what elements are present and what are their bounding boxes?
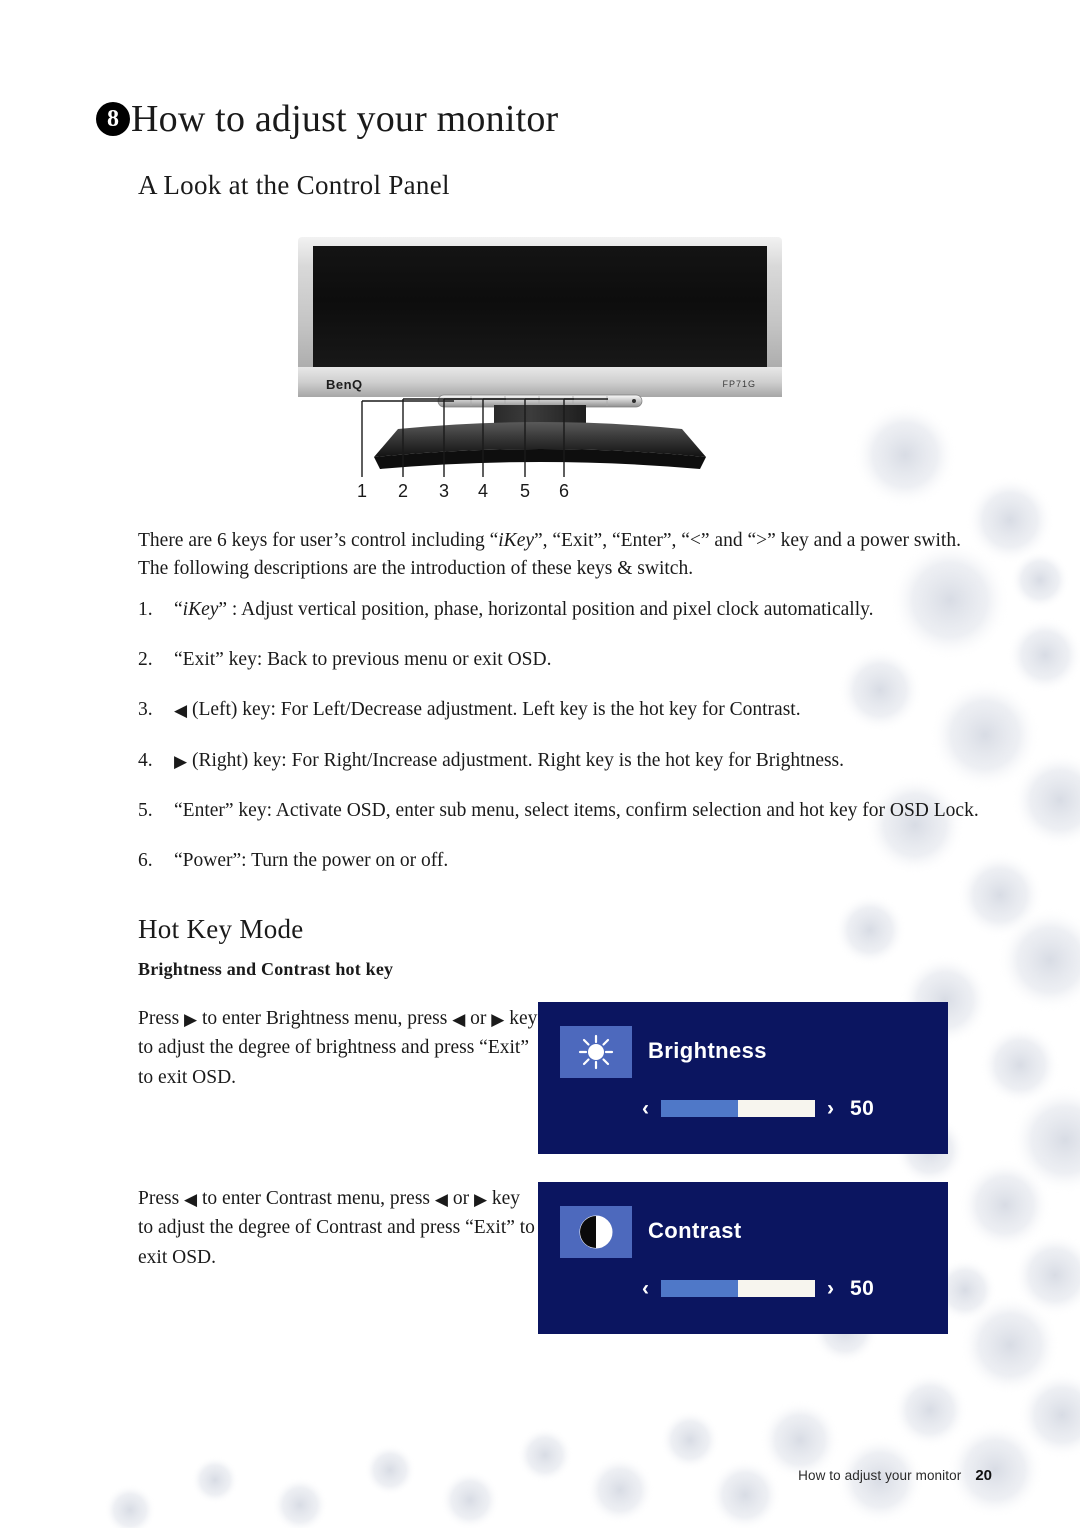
chapter-number-badge: 8	[96, 102, 130, 136]
text-mid: to enter Contrast menu, press	[202, 1187, 430, 1209]
chevron-right-icon[interactable]: ›	[827, 1278, 834, 1299]
list-item: “Enter” key: Activate OSD, enter sub men…	[138, 797, 996, 826]
hot-key-rows: Press ▶ to enter Brightness menu, press …	[0, 980, 1080, 1334]
slider-track[interactable]	[661, 1280, 815, 1298]
hot-key-row-brightness: Press ▶ to enter Brightness menu, press …	[0, 1001, 1080, 1154]
osd-panel-brightness: Brightness ‹ › 50	[538, 1001, 948, 1154]
right-arrow-icon-2: ▶	[491, 1009, 505, 1029]
slider-fill	[661, 1280, 738, 1298]
left-arrow-icon-2: ◀	[434, 1189, 448, 1209]
chevron-left-icon[interactable]: ‹	[642, 1098, 649, 1119]
list-item-text: “Exit” key: Back to previous menu or exi…	[174, 649, 552, 671]
sun-icon	[560, 1025, 632, 1078]
list-item: “Power”: Turn the power on or off.	[138, 847, 996, 876]
list-item: “iKey” : Adjust vertical position, phase…	[138, 596, 996, 625]
page-title: How to adjust your monitor	[131, 98, 559, 140]
callout-number-row: 1 2 3 4 5 6	[286, 481, 794, 509]
osd-value-contrast: 50	[850, 1276, 875, 1300]
right-arrow-icon: ▶	[174, 751, 188, 771]
contrast-half-circle-icon	[560, 1205, 632, 1258]
list-item: “Exit” key: Back to previous menu or exi…	[138, 646, 996, 675]
callout-number-2: 2	[397, 481, 409, 501]
hot-key-mode-section: Hot Key Mode Brightness and Contrast hot…	[0, 898, 1080, 1334]
brightness-instructions: Press ▶ to enter Brightness menu, press …	[138, 1002, 538, 1093]
monitor-brand-logo: BenQ	[326, 377, 363, 392]
chevron-right-icon[interactable]: ›	[827, 1098, 834, 1119]
callout-number-1: 1	[356, 481, 368, 501]
footer-chapter-label: How to adjust your monitor	[798, 1468, 962, 1483]
section-heading-hot-key-mode: Hot Key Mode	[138, 913, 304, 944]
osd-value-brightness: 50	[850, 1096, 875, 1120]
key-description-list: “iKey” : Adjust vertical position, phase…	[0, 584, 1080, 876]
contrast-instructions: Press ◀ to enter Contrast menu, press ◀ …	[138, 1182, 538, 1273]
text-mid: to enter Brightness menu, press	[202, 1007, 448, 1029]
monitor-illustration: BenQ FP71G	[286, 229, 794, 479]
osd-slider-contrast[interactable]: ‹ › 50	[642, 1277, 874, 1301]
list-item-text: “Enter” key: Activate OSD, enter sub men…	[174, 800, 979, 821]
osd-label-contrast: Contrast	[648, 1217, 742, 1243]
quote-open: “	[174, 598, 183, 620]
page-footer: How to adjust your monitor 20	[798, 1467, 992, 1484]
intro-text-a: There are 6 keys for user’s control incl…	[138, 530, 499, 551]
left-arrow-icon: ◀	[452, 1009, 466, 1029]
text-or: or	[470, 1007, 487, 1029]
callout-number-6: 6	[558, 481, 570, 501]
text-or: or	[452, 1187, 470, 1209]
list-item-text: (Left) key: For Left/Decrease adjustment…	[191, 699, 801, 721]
list-item-text: (Right) key: For Right/Increase adjustme…	[191, 749, 845, 771]
osd-panel-contrast: Contrast ‹ › 50	[538, 1181, 948, 1334]
chapter-heading: 8 How to adjust your monitor	[0, 0, 1080, 138]
right-arrow-icon: ▶	[184, 1009, 198, 1029]
text-press: Press	[138, 1007, 180, 1029]
text-press: Press	[138, 1187, 180, 1209]
footer-page-number: 20	[975, 1467, 992, 1484]
slider-track[interactable]	[661, 1100, 815, 1118]
list-item: ◀ (Left) key: For Left/Decrease adjustme…	[138, 696, 996, 725]
list-item-text: ” : Adjust vertical position, phase, hor…	[218, 598, 874, 620]
list-item: ▶ (Right) key: For Right/Increase adjust…	[138, 747, 996, 776]
manual-page: 8 How to adjust your monitor A Look at t…	[0, 0, 1080, 1528]
left-arrow-icon: ◀	[174, 701, 188, 721]
callout-number-3: 3	[438, 481, 450, 501]
hot-key-row-contrast: Press ◀ to enter Contrast menu, press ◀ …	[0, 1181, 1080, 1334]
intro-ikey-term: iKey	[498, 530, 534, 551]
slider-fill	[661, 1100, 738, 1118]
right-arrow-icon: ▶	[473, 1189, 488, 1209]
chevron-left-icon[interactable]: ‹	[642, 1278, 649, 1299]
section-heading-control-panel: A Look at the Control Panel	[138, 170, 450, 200]
left-arrow-icon: ◀	[184, 1189, 198, 1209]
list-item-text: “Power”: Turn the power on or off.	[174, 850, 449, 872]
osd-label-brightness: Brightness	[648, 1037, 767, 1063]
callout-number-5: 5	[519, 481, 531, 501]
monitor-figure: BenQ FP71G 1 2 3 4 5 6	[0, 201, 1080, 509]
intro-paragraph: There are 6 keys for user’s control incl…	[0, 509, 1080, 584]
ikey-term: iKey	[182, 598, 219, 620]
subheading-brightness-contrast: Brightness and Contrast hot key	[138, 958, 394, 979]
monitor-model-label: FP71G	[722, 379, 756, 389]
osd-slider-brightness[interactable]: ‹ › 50	[642, 1097, 874, 1121]
callout-number-4: 4	[477, 481, 489, 501]
